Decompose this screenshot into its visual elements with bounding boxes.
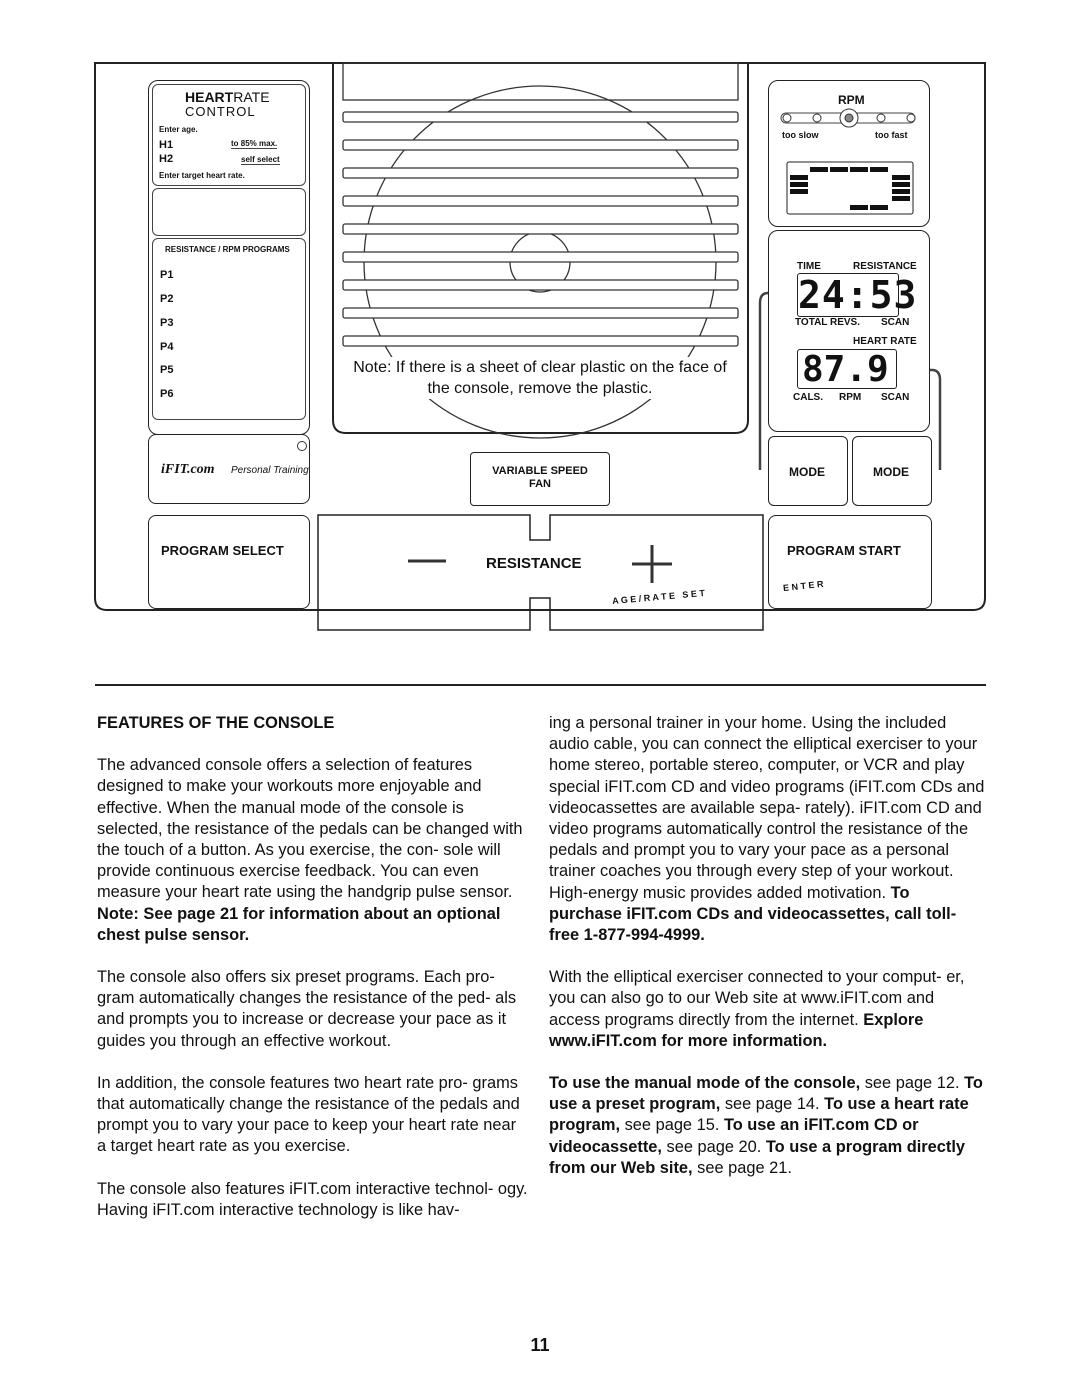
too-fast-label: too fast [875,130,908,140]
scan-label-bottom: SCAN [881,392,910,403]
program-start-button[interactable]: PROGRAM START E N T E R [768,515,932,609]
program-p5: P5 [160,364,174,376]
enter-target-label: Enter target heart rate. [159,171,245,180]
rpm-display-label: RPM [839,392,862,403]
programs-panel: RESISTANCE / RPM PROGRAMS P1 P2 P3 P4 P5… [152,238,306,420]
programs-title: RESISTANCE / RPM PROGRAMS [165,245,290,254]
ifit-tagline: Personal Training [231,465,309,476]
mode-left-label: MODE [789,465,825,479]
paragraph-6: With the elliptical exerciser connected … [549,968,965,1050]
resistance-label: RESISTANCE [486,555,582,572]
program-p3: P3 [160,317,174,329]
too-slow-label: too slow [782,130,819,140]
manual-page: HEARTRATE CONTROL Enter age. H1 to 85% m… [0,0,1080,1397]
paragraph-4: The console also features iFIT.com inter… [97,1179,528,1219]
program-p2: P2 [160,293,174,305]
heart-rate-control-panel: HEARTRATE CONTROL Enter age. H1 to 85% m… [152,84,306,186]
paragraph-3: In addition, the console features two he… [97,1073,520,1156]
total-revs-label: TOTAL REVS. [795,317,861,328]
plastic-note: Note: If there is a sheet of clear plast… [350,357,730,399]
heart-rate-display-value: 87.9 [797,349,897,390]
resistance-increase-button[interactable] [630,542,675,587]
blank-panel [152,188,306,236]
program-select-label: PROGRAM SELECT [161,543,284,558]
program-select-button[interactable]: PROGRAM SELECT [148,515,310,609]
scan-label-top: SCAN [881,317,910,328]
rpm-title: RPM [838,93,865,107]
fan-button-label: VARIABLE SPEED FAN [492,465,588,490]
heart-rate-label: HEART RATE [853,336,917,347]
program-p6: P6 [160,388,174,400]
rpm-segment-display [786,161,914,215]
enter-age-label: Enter age. [159,125,198,134]
enter-label: E N T E R [782,578,824,594]
mode-button-left[interactable]: MODE [768,436,848,506]
h2-desc: self select [241,155,280,165]
mode-right-label: MODE [873,465,909,479]
fan-grille-slats [342,111,739,347]
h2-label: H2 [159,153,174,165]
h1-label: H1 [159,139,174,151]
section-divider [95,684,986,686]
ifit-button[interactable]: iFIT.com Personal Training [148,434,310,504]
program-p1: P1 [160,269,174,281]
paragraph-1: The advanced console offers a selection … [97,756,523,944]
rpm-indicator-lights [780,108,916,128]
paragraph-7: To use the manual mode of the console, s… [549,1074,983,1177]
h1-desc: to 85% max. [231,139,278,149]
variable-speed-fan-button[interactable]: VARIABLE SPEED FAN [470,452,610,506]
left-column: FEATURES OF THE CONSOLE The advanced con… [97,713,529,1242]
display-panel: TIME RESISTANCE 24:53 TOTAL REVS. SCAN H… [768,230,930,432]
paragraph-5: ing a personal trainer in your home. Usi… [549,714,985,945]
page-number: 11 [530,1335,550,1355]
ifit-logo: iFIT.com [161,462,215,477]
rpm-panel: RPM too slow too fast [768,80,930,227]
program-p4: P4 [160,341,174,353]
time-label: TIME [797,261,821,272]
cals-label: CALS. [793,392,823,403]
ifit-indicator-light [297,441,307,451]
heart-rate-title: HEARTRATE [185,89,270,105]
resistance-display-label: RESISTANCE [853,261,917,272]
section-heading: FEATURES OF THE CONSOLE [97,714,335,732]
time-display-value: 24:53 [797,273,918,317]
resistance-decrease-button[interactable] [405,545,450,575]
heart-rate-subtitle: CONTROL [185,104,256,119]
paragraph-2: The console also offers six preset progr… [97,968,517,1050]
program-start-label: PROGRAM START [787,543,901,558]
right-column: ing a personal trainer in your home. Usi… [549,713,985,1200]
mode-button-right[interactable]: MODE [852,436,932,506]
